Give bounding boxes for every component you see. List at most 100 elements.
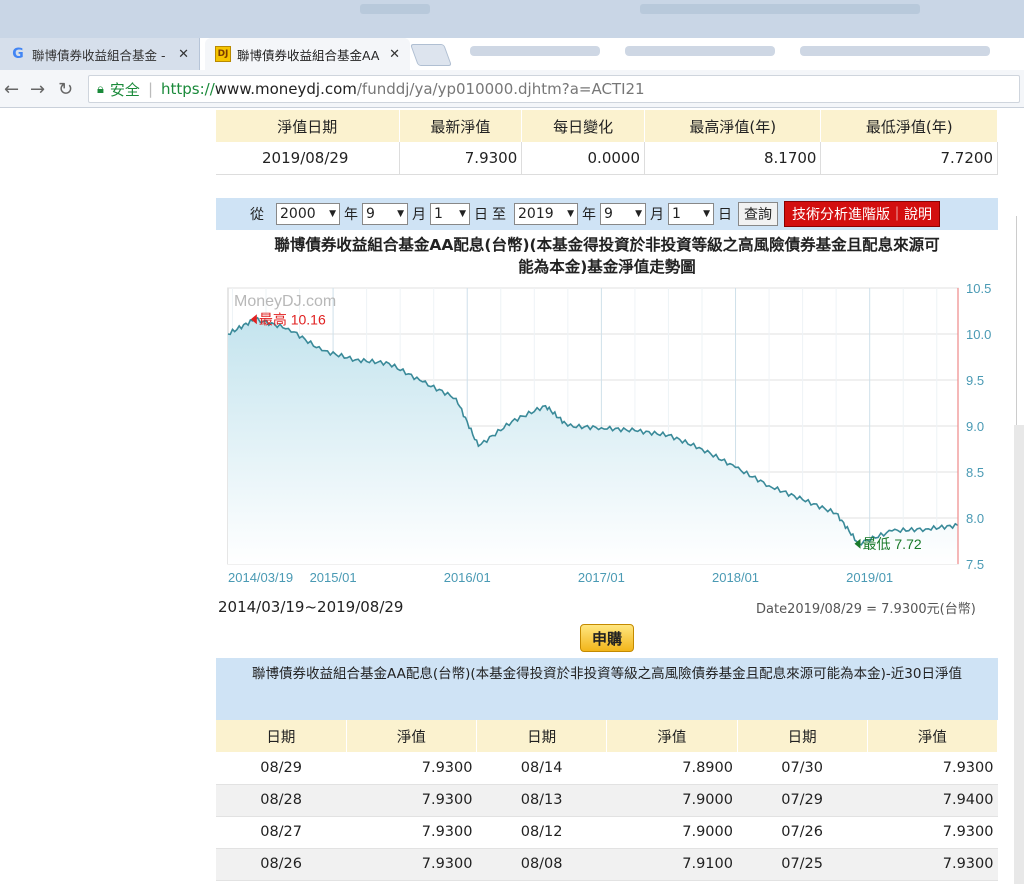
nav30-value: 7.9300 [346,752,477,785]
nav30-date: 08/26 [216,848,347,881]
to-month-select[interactable]: 9 ▼ [600,203,646,225]
nav30-value: 7.9100 [606,848,737,881]
day-unit: 日 [474,207,488,223]
from-year-select[interactable]: 2000 ▼ [276,203,340,225]
query-button[interactable]: 查詢 [738,202,778,226]
from-label: 從 [250,207,264,223]
chevron-down-icon: ▼ [567,209,574,219]
nav30-date: 07/25 [737,848,868,881]
to-label: 至 [492,207,506,223]
tab-moneydj[interactable]: DJ 聯博債券收益組合基金AA ✕ [205,38,410,70]
nav30-table: 日期 淨值 日期 淨值 日期 淨值 08/29 7.9300 08/14 7.8… [216,720,999,881]
from-month-value: 9 [366,206,375,222]
nav30-date: 08/14 [476,752,607,785]
chevron-down-icon: ▼ [703,209,710,219]
background-tab-blur [625,46,775,56]
url-path: /funddj/ya/yp010000.djhtm?a=ACTI21 [356,80,645,98]
background-tab-blur [470,46,600,56]
table-row: 08/29 7.9300 08/14 7.8900 07/30 7.9300 [216,752,998,785]
nav30-header: 日期 [476,720,608,752]
chevron-down-icon: ▼ [397,209,404,219]
nav30-value: 7.9300 [867,848,998,881]
back-arrow-icon[interactable]: ← [4,79,19,100]
summary-header: 最低淨值(年) [820,110,998,142]
table-row: 08/28 7.9300 08/13 7.9000 07/29 7.9400 [216,784,998,817]
x-tick-label: 2016/01 [444,570,491,585]
nav-summary-table: 淨值日期 最新淨值 每日變化 最高淨值(年) 最低淨值(年) 2019/08/2… [216,110,998,175]
chevron-down-icon: ▼ [329,209,336,219]
summary-header: 最新淨值 [399,110,523,142]
y-tick-label: 9.5 [966,373,984,388]
window-titlebar [0,0,1024,38]
to-day-value: 1 [672,206,681,222]
y-tick-label: 8.0 [966,511,984,526]
address-bar[interactable]: 🔒︎ 安全 | https://www.moneydj.com/funddj/y… [88,75,1020,103]
titlebar-blur [640,4,920,14]
nav30-header: 淨值 [346,720,478,752]
to-day-select[interactable]: 1 ▼ [668,203,714,225]
nav30-value: 7.8900 [606,752,737,785]
nav30-value: 7.9000 [606,784,737,817]
y-tick-label: 7.5 [966,557,984,572]
to-month-value: 9 [604,206,613,222]
url-host: www.moneydj.com [214,80,357,98]
summary-row: 2019/08/29 7.9300 0.0000 8.1700 7.7200 [216,142,998,175]
lock-icon: 🔒︎ [97,81,104,97]
tab-title: 聯博債券收益組合基金 - [32,47,166,63]
close-icon[interactable]: ✕ [178,47,189,62]
nav30-header: 日期 [737,720,868,752]
to-year-select[interactable]: 2019 ▼ [514,203,578,225]
summary-header: 最高淨值(年) [644,110,822,142]
nav30-date: 08/13 [476,784,607,817]
chart-title-line2: 能為本金)基金淨值走勢圖 [518,258,696,276]
chevron-down-icon: ▼ [459,209,466,219]
nav30-header: 淨值 [606,720,738,752]
date-range-filter: 從 2000 ▼ 年 9 ▼ 月 1 ▼ 日 至 2019 ▼ 年 9 ▼ 月 1 ▼ 日 … [216,198,998,230]
chart-title: 聯博債券收益組合基金AA配息(台幣)(本基金得投資於非投資等級之高風險債券基金且… [216,234,998,278]
summary-header: 每日變化 [521,110,646,142]
summary-cell: 8.1700 [644,142,822,175]
from-month-select[interactable]: 9 ▼ [362,203,408,225]
y-tick-label: 10.5 [966,282,991,296]
background-tab-blur [800,46,990,56]
scrollbar[interactable] [1014,425,1024,884]
nav30-value: 7.9300 [867,752,998,785]
reload-icon[interactable]: ↻ [58,79,73,100]
table-row: 08/26 7.9300 08/08 7.9100 07/25 7.9300 [216,848,998,881]
from-year-value: 2000 [280,206,316,222]
max-label: 最高 10.16 [259,311,326,327]
tab-google-search[interactable]: G 聯博債券收益組合基金 - ✕ [0,38,200,70]
chart-watermark: MoneyDJ.com [234,293,336,310]
y-tick-label: 9.0 [966,419,984,434]
min-label: 最低 7.72 [863,536,922,552]
chart-date-note: Date2019/08/29 = 7.9300元(台幣) [756,602,976,617]
forward-arrow-icon[interactable]: → [30,79,45,100]
chevron-down-icon: ▼ [635,209,642,219]
chart-range-label: 2014/03/19~2019/08/29 [218,598,404,616]
table-row: 08/27 7.9300 08/12 7.9000 07/26 7.9300 [216,816,998,849]
nav30-value: 7.9300 [867,816,998,849]
nav30-value: 7.9300 [346,848,477,881]
page-content: 淨值日期 最新淨值 每日變化 最高淨值(年) 最低淨值(年) 2019/08/2… [0,108,1024,884]
subscribe-button[interactable]: 申購 [580,624,634,652]
chart-title-line1: 聯博債券收益組合基金AA配息(台幣)(本基金得投資於非投資等級之高風險債券基金且… [274,236,940,254]
advanced-analysis-button[interactable]: 技術分析進階版｜說明 [784,201,940,227]
google-icon: G [12,46,24,62]
summary-cell: 7.7200 [820,142,998,175]
nav30-date: 08/29 [216,752,347,785]
titlebar-blur [360,4,430,14]
close-icon[interactable]: ✕ [389,47,400,62]
url-separator: | [147,80,153,98]
secure-label: 安全 [109,80,140,99]
from-day-select[interactable]: 1 ▼ [430,203,470,225]
nav30-date: 08/27 [216,816,347,849]
url-scheme: https:// [161,80,215,98]
day-unit: 日 [718,207,732,223]
nav30-value: 7.9300 [346,784,477,817]
new-tab-button[interactable] [409,44,453,66]
nav30-date: 07/30 [737,752,868,785]
from-day-value: 1 [434,206,443,222]
nav30-date: 08/28 [216,784,347,817]
summary-header: 淨值日期 [216,110,400,142]
nav30-value: 7.9300 [346,816,477,849]
